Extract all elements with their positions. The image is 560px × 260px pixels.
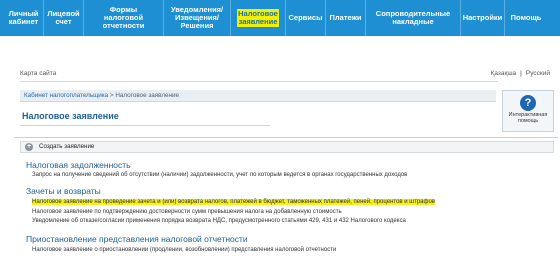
group-title-tax-debt: Налоговая задолженность bbox=[26, 160, 131, 170]
application-link-label: Налоговое заявление на проведение зачета… bbox=[32, 199, 435, 205]
help-icon: ? bbox=[520, 95, 536, 111]
breadcrumb: Кабинет налогоплательщика > Налоговое за… bbox=[20, 90, 496, 102]
nav-services[interactable]: Сервисы bbox=[286, 0, 326, 36]
nav-payments[interactable]: Платежи bbox=[326, 0, 366, 36]
plus-icon: + bbox=[25, 143, 33, 151]
divider bbox=[14, 137, 558, 138]
nav-label: Настройки bbox=[462, 13, 503, 23]
nav-label: Формы налоговой отчетности bbox=[102, 5, 145, 30]
help-label: Интерактивная помощь bbox=[508, 112, 548, 125]
application-link[interactable]: Налоговое заявление по подтверждению дос… bbox=[32, 209, 342, 215]
create-application-label: Создать заявление bbox=[39, 143, 95, 150]
group-title-offsets-refunds: Зачеты и возвраты bbox=[26, 186, 101, 196]
application-link-label: Налоговое заявление по подтверждению дос… bbox=[32, 209, 342, 215]
application-link-label: Запрос на получение сведений об отсутств… bbox=[32, 172, 408, 178]
divider bbox=[20, 81, 498, 82]
group-title-suspension: Приостановление представления налоговой … bbox=[26, 234, 248, 244]
nav-notifications[interactable]: Уведомления/ Извещения/ Решения bbox=[164, 0, 231, 36]
sitemap-link[interactable]: Карта сайта bbox=[20, 70, 56, 77]
nav-settings[interactable]: Настройки bbox=[461, 0, 505, 36]
nav-label: Лицевой счет bbox=[47, 9, 80, 26]
application-link[interactable]: Запрос на получение сведений об отсутств… bbox=[32, 172, 407, 178]
application-link[interactable]: Налоговое заявление о приостановлении (п… bbox=[32, 247, 336, 253]
lang-separator: | bbox=[520, 70, 522, 77]
application-link[interactable]: Налоговое заявление на проведение зачета… bbox=[32, 199, 435, 205]
nav-tax-application[interactable]: Налоговое заявление bbox=[231, 0, 286, 36]
nav-personal-cabinet[interactable]: Личный кабинет bbox=[4, 0, 44, 36]
nav-label: Платежи bbox=[329, 13, 362, 23]
interactive-help-button[interactable]: ? Интерактивная помощь bbox=[502, 90, 554, 132]
nav-account[interactable]: Лицевой счет bbox=[44, 0, 84, 36]
nav-tax-forms[interactable]: Формы налоговой отчетности bbox=[84, 0, 164, 36]
breadcrumb-parent-link[interactable]: Кабинет налогоплательщика bbox=[24, 92, 108, 99]
main-navigation: Личный кабинет Лицевой счет Формы налого… bbox=[0, 0, 560, 36]
lang-kz-link[interactable]: Қазақша bbox=[491, 70, 517, 77]
nav-help[interactable]: Помощь bbox=[505, 0, 547, 36]
page-title: Налоговое заявление bbox=[22, 111, 119, 121]
application-link-label: Налоговое заявление о приостановлении (п… bbox=[32, 247, 337, 253]
breadcrumb-current: Налоговое заявление bbox=[115, 92, 180, 99]
application-link-label: Уведомление об отказе/согласии применени… bbox=[32, 218, 406, 224]
lang-ru-link[interactable]: Русский bbox=[526, 70, 550, 77]
nav-label: Уведомления/ Извещения/ Решения bbox=[170, 5, 224, 30]
nav-label: Налоговое заявление bbox=[237, 9, 279, 27]
nav-label: Помощь bbox=[510, 13, 542, 23]
application-link[interactable]: Уведомление об отказе/согласии применени… bbox=[32, 218, 406, 224]
language-switcher: Қазақша | Русский bbox=[491, 70, 550, 77]
create-application-header[interactable]: + Создать заявление bbox=[20, 141, 554, 153]
divider bbox=[20, 125, 270, 126]
nav-label: Сопроводительные накладные bbox=[375, 9, 451, 26]
nav-waybills[interactable]: Сопроводительные накладные bbox=[366, 0, 461, 36]
nav-label: Сервисы bbox=[288, 13, 323, 23]
nav-label: Личный кабинет bbox=[8, 9, 39, 26]
